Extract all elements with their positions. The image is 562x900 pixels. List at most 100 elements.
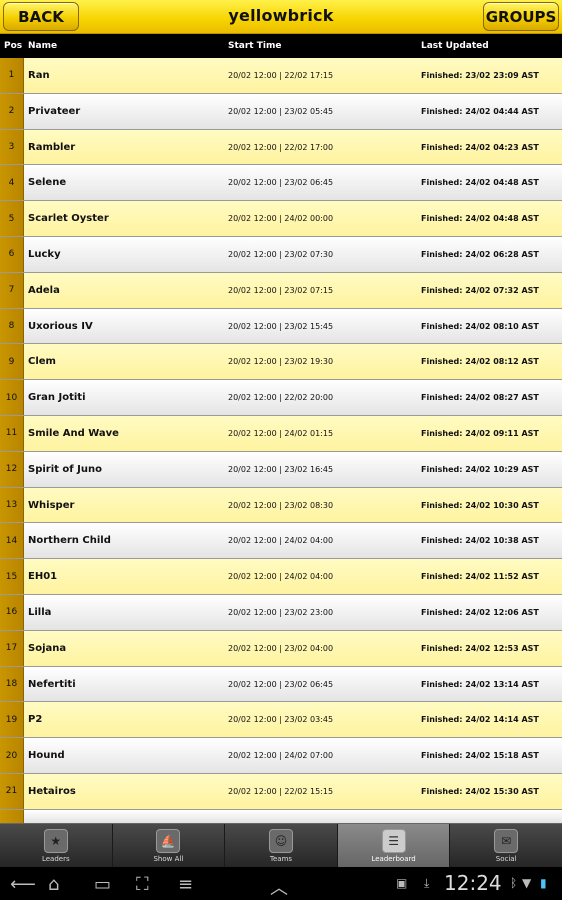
row-last-updated: Finished: 24/02 04:48 AST: [421, 214, 539, 224]
leaderboard-row[interactable]: 1 Ran 20/02 12:00 | 22/02 17:15 Finished…: [0, 58, 562, 94]
row-last-updated: Finished: 24/02 13:14 AST: [421, 679, 539, 689]
app-title: yellowbrick: [228, 6, 334, 25]
row-last-updated: Finished: 24/02 10:30 AST: [421, 500, 539, 510]
row-start-time: 20/02 12:00 | 23/02 15:45: [228, 321, 334, 331]
row-last-updated: Finished: 24/02 08:10 AST: [421, 321, 539, 331]
leaderboard-list[interactable]: 1 Ran 20/02 12:00 | 22/02 17:15 Finished…: [0, 58, 562, 824]
row-position: 6: [0, 236, 24, 272]
row-last-updated: Finished: 24/02 04:23 AST: [421, 142, 539, 152]
row-last-updated: Finished: 24/02 11:52 AST: [421, 572, 539, 582]
column-header-pos: Pos: [4, 41, 23, 51]
row-start-time: 20/02 12:00 | 24/02 07:00: [228, 751, 334, 761]
row-boat-name: Hound: [28, 750, 65, 762]
row-last-updated: Finished: 24/02 12:06 AST: [421, 607, 539, 617]
tab-teams[interactable]: ☺ Teams: [225, 824, 338, 867]
teams-icon: ☺: [268, 829, 293, 853]
leaderboard-row[interactable]: 13 Whisper 20/02 12:00 | 23/02 08:30 Fin…: [0, 487, 562, 524]
row-position: [0, 809, 24, 823]
row-position: 7: [0, 272, 24, 308]
tab-leaderboard[interactable]: ☰ Leaderboard: [337, 824, 451, 867]
column-header-name: Name: [28, 41, 58, 51]
row-start-time: 20/02 12:00 | 22/02 15:15: [228, 786, 334, 796]
leaderboard-row[interactable]: 17 Sojana 20/02 12:00 | 23/02 04:00 Fini…: [0, 630, 562, 667]
leaderboard-row[interactable]: 20 Hound 20/02 12:00 | 24/02 07:00 Finis…: [0, 738, 562, 774]
tab-leaders[interactable]: ★ Leaders: [0, 824, 113, 867]
leaderboard-row[interactable]: 15 EH01 20/02 12:00 | 24/02 04:00 Finish…: [0, 559, 562, 595]
leaderboard-row[interactable]: 21 Hetairos 20/02 12:00 | 22/02 15:15 Fi…: [0, 773, 562, 810]
row-position: 14: [0, 523, 24, 559]
row-start-time: 20/02 12:00 | 23/02 06:45: [228, 679, 334, 689]
tab-label: Teams: [269, 855, 293, 863]
leaderboard-row[interactable]: 6 Lucky 20/02 12:00 | 23/02 07:30 Finish…: [0, 236, 562, 273]
row-start-time: 20/02 12:00 | 24/02 01:15: [228, 428, 334, 438]
row-boat-name: Clem: [28, 356, 56, 368]
system-clock: 12:24: [444, 871, 502, 895]
row-last-updated: Finished: 24/02 15:18 AST: [421, 751, 539, 761]
row-last-updated: Finished: 24/02 06:28 AST: [421, 249, 539, 259]
leaderboard-row[interactable]: 16 Lilla 20/02 12:00 | 23/02 23:00 Finis…: [0, 594, 562, 631]
row-boat-name: Hetairos: [28, 785, 76, 797]
leaderboard-row[interactable]: 5 Scarlet Oyster 20/02 12:00 | 24/02 00:…: [0, 201, 562, 237]
row-boat-name: Rambler: [28, 141, 76, 153]
row-boat-name: Smile And Wave: [28, 427, 119, 439]
tab-social[interactable]: ✉ Social: [450, 824, 562, 867]
row-boat-name: Northern Child: [28, 535, 111, 547]
leaderboard-row[interactable]: 11 Smile And Wave 20/02 12:00 | 24/02 01…: [0, 415, 562, 452]
chat-bubble-icon: ✉: [494, 829, 519, 853]
row-start-time: 20/02 12:00 | 22/02 17:00: [228, 142, 334, 152]
row-position: 10: [0, 380, 24, 415]
row-start-time: 20/02 12:00 | 23/02 04:00: [228, 643, 334, 653]
row-position: 2: [0, 93, 24, 129]
row-start-time: 20/02 12:00 | 22/02 20:00: [228, 393, 334, 403]
column-header-start-time: Start Time: [228, 41, 282, 51]
system-navigation-bar: ⟵ ⌂ ▭ ⛶ ≡ ︿ ▣ ⤓ 12:24 ᛒ ▼ ▮: [0, 867, 562, 900]
leaderboard-row[interactable]: 2 Privateer 20/02 12:00 | 23/02 05:45 Fi…: [0, 93, 562, 130]
row-boat-name: Scarlet Oyster: [28, 213, 109, 225]
row-start-time: 20/02 12:00 | 24/02 00:00: [228, 214, 334, 224]
back-arrow-icon[interactable]: ⟵: [10, 874, 36, 895]
row-last-updated: Finished: 24/02 10:38 AST: [421, 536, 539, 546]
tab-label: Leaders: [41, 855, 70, 863]
menu-icon[interactable]: ≡: [178, 874, 193, 895]
leaderboard-row[interactable]: 3 Rambler 20/02 12:00 | 22/02 17:00 Fini…: [0, 129, 562, 166]
row-start-time: 20/02 12:00 | 24/02 04:00: [228, 572, 334, 582]
row-position: 16: [0, 594, 24, 630]
screenshot-icon[interactable]: ⛶: [136, 874, 149, 895]
tab-label: Social: [495, 855, 517, 863]
tab-label: Leaderboard: [371, 855, 416, 863]
row-last-updated: Finished: 24/02 10:29 AST: [421, 464, 539, 474]
leaderboard-row[interactable]: 12 Spirit of Juno 20/02 12:00 | 23/02 16…: [0, 451, 562, 488]
row-boat-name: Lucky: [28, 248, 61, 260]
row-position: 5: [0, 201, 24, 236]
row-boat-name: Sojana: [28, 642, 67, 654]
row-boat-name: Ran: [28, 70, 50, 81]
leaderboard-row[interactable]: 14 Northern Child 20/02 12:00 | 24/02 04…: [0, 523, 562, 560]
wifi-icon: ▼: [522, 876, 532, 890]
row-boat-name: Whisper: [28, 499, 75, 511]
leaderboard-row[interactable]: 18 Nefertiti 20/02 12:00 | 23/02 06:45 F…: [0, 666, 562, 703]
row-start-time: 20/02 12:00 | 23/02 06:45: [228, 178, 334, 188]
row-last-updated: Finished: 24/02 15:30 AST: [421, 786, 539, 796]
leaderboard-row[interactable]: 9 Clem 20/02 12:00 | 23/02 19:30 Finishe…: [0, 344, 562, 381]
column-header-last-updated: Last Updated: [421, 41, 489, 51]
tab-show-all[interactable]: ⛵ Show All: [113, 824, 226, 867]
row-boat-name: EH01: [28, 571, 58, 583]
leaderboard-row[interactable]: 4 Selene 20/02 12:00 | 23/02 06:45 Finis…: [0, 165, 562, 202]
leaderboard-row[interactable]: 7 Adela 20/02 12:00 | 23/02 07:15 Finish…: [0, 272, 562, 309]
leaderboard-column-headers: Pos Name Start Time Last Updated: [0, 34, 562, 58]
leaderboard-row[interactable]: 8 Uxorious IV 20/02 12:00 | 23/02 15:45 …: [0, 308, 562, 345]
leaders-icon: ★: [43, 829, 68, 853]
leaderboard-row[interactable]: 19 P2 20/02 12:00 | 23/02 03:45 Finished…: [0, 702, 562, 739]
download-icon: ⤓: [424, 876, 430, 890]
chevron-up-icon[interactable]: ︿: [270, 874, 288, 900]
row-boat-name: P2: [28, 714, 43, 726]
recent-apps-icon[interactable]: ▭: [94, 874, 111, 895]
leaderboard-row[interactable]: 10 Gran Jotiti 20/02 12:00 | 22/02 20:00…: [0, 380, 562, 416]
row-start-time: 20/02 12:00 | 23/02 08:30: [228, 500, 334, 510]
row-last-updated: Finished: 24/02 12:53 AST: [421, 643, 539, 653]
row-position: 12: [0, 451, 24, 487]
groups-button[interactable]: GROUPS: [483, 2, 559, 31]
row-start-time: 20/02 12:00 | 23/02 16:45: [228, 464, 334, 474]
home-icon[interactable]: ⌂: [48, 874, 59, 895]
row-position: 1: [0, 58, 24, 93]
